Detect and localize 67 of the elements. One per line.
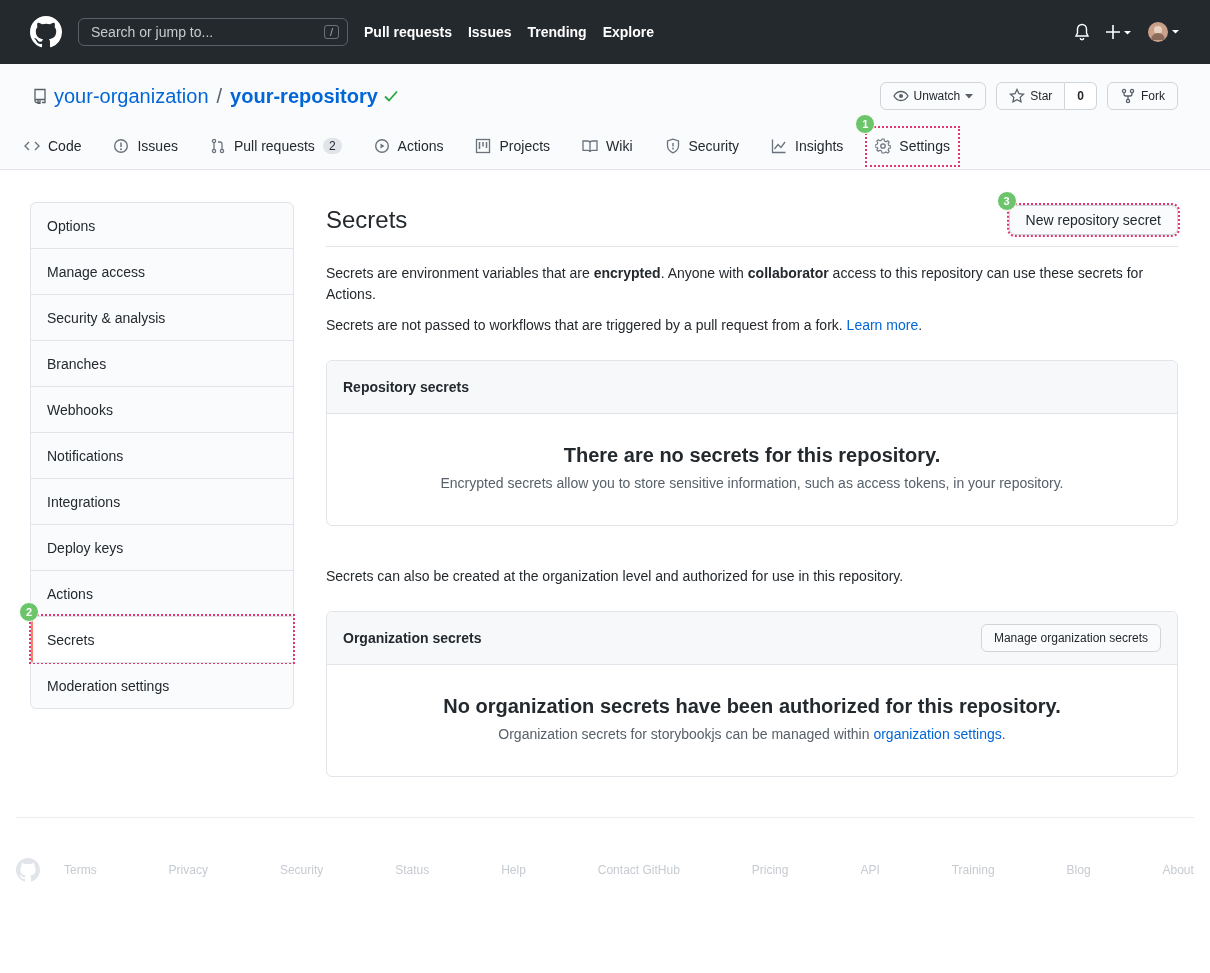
fork-icon	[1120, 88, 1136, 104]
tab[interactable]: Pull requests 2	[201, 128, 350, 165]
blankslate-title: There are no secrets for this repository.	[562, 444, 942, 467]
tab[interactable]: Insights	[763, 128, 852, 165]
callout-badge: 2	[19, 602, 39, 622]
star-icon	[1009, 88, 1026, 104]
octocat-logo[interactable]	[30, 16, 62, 48]
repository-icon	[32, 88, 48, 104]
page-title: Secrets	[326, 206, 408, 234]
link[interactable]: organization settings	[873, 726, 1002, 742]
sidebar-item[interactable]: Manage access	[31, 248, 293, 294]
panel-heading: Organization secrets	[343, 630, 482, 646]
paragraph: Secrets can also be created at the organization level and authorized for use in this repository.	[326, 567, 905, 586]
blankslate-title: No organization secrets have been authorized for this repository.	[442, 695, 1062, 718]
tab[interactable]: Security	[656, 128, 748, 165]
shield-icon	[664, 138, 681, 154]
settings-icon	[875, 138, 892, 154]
sidebar-item[interactable]: Options	[31, 203, 293, 248]
sidebar-item[interactable]: Deploy keys	[31, 524, 293, 570]
notification-icon[interactable]	[1074, 23, 1090, 41]
sidebar-item[interactable]: Webhooks	[31, 386, 293, 432]
nav-link[interactable]: Trending	[527, 24, 587, 40]
blankslate-text: Encrypted secrets allow you to store sensitive information, such as access tokens, in your repository.	[439, 475, 1065, 491]
sidebar-item[interactable]: Moderation settings	[31, 662, 293, 708]
fork-button[interactable]: Fork	[1107, 82, 1178, 110]
tab[interactable]: Issues	[105, 128, 186, 165]
nav-link[interactable]: Explore	[602, 24, 654, 40]
new-secret-button[interactable]: New repository secret	[1008, 205, 1178, 235]
issue-icon	[113, 138, 130, 154]
star-count[interactable]: 0	[1065, 82, 1097, 110]
plus-dropdown-icon[interactable]	[1106, 24, 1132, 40]
tab[interactable]: Actions	[365, 128, 452, 165]
panel-heading: Repository secrets	[343, 379, 470, 395]
paragraph: Secrets are environment variables that are encrypted. Anyone with collaborator access to this repository can use these secrets for Actions.	[326, 264, 1145, 304]
callout-badge: 1	[855, 114, 876, 134]
tab[interactable]: Projects	[467, 128, 559, 165]
paragraph: Secrets are not passed to workflows that are triggered by a pull request from a fork. Learn more.	[326, 316, 924, 335]
tab[interactable]: Wiki	[574, 128, 641, 165]
eye-icon	[892, 88, 909, 104]
blankslate-text: Organization secrets for storybookjs can be managed within organization settings.	[497, 726, 1007, 742]
caret-icon	[965, 93, 974, 99]
sidebar-item[interactable]: Security & analysis	[31, 294, 293, 340]
star-button[interactable]: Star	[996, 82, 1066, 110]
pull-request-icon	[209, 138, 226, 154]
repository-link[interactable]: your-repository	[230, 84, 378, 108]
check-icon	[383, 90, 398, 102]
search-field[interactable]: Search or jump to... /	[78, 18, 348, 46]
manage-secrets-button[interactable]: Manage organization secrets	[980, 624, 1161, 652]
path-separator: /	[216, 84, 223, 108]
sidebar-item[interactable]: Branches	[31, 340, 293, 386]
graph-icon	[771, 138, 788, 154]
project-board-icon	[475, 138, 492, 154]
sidebar-item[interactable]: Integrations	[31, 478, 293, 524]
play-icon	[373, 138, 390, 154]
sidebar-item[interactable]: Notifications	[31, 432, 293, 478]
book-icon	[582, 138, 599, 154]
nav-link[interactable]: Pull requests	[364, 24, 452, 40]
watch-button[interactable]: Unwatch	[879, 82, 987, 110]
counter: 2	[322, 138, 342, 154]
sidebar-item[interactable]: Secrets	[31, 616, 293, 662]
link[interactable]: Learn more	[846, 317, 919, 333]
tab[interactable]: Code	[16, 128, 90, 165]
shortcut-key: /	[323, 25, 339, 39]
callout-badge: 3	[996, 191, 1017, 211]
owner-link[interactable]: your-organization	[54, 84, 209, 108]
avatar-icon[interactable]	[1148, 22, 1180, 42]
nav-link[interactable]: Issues	[467, 24, 512, 40]
